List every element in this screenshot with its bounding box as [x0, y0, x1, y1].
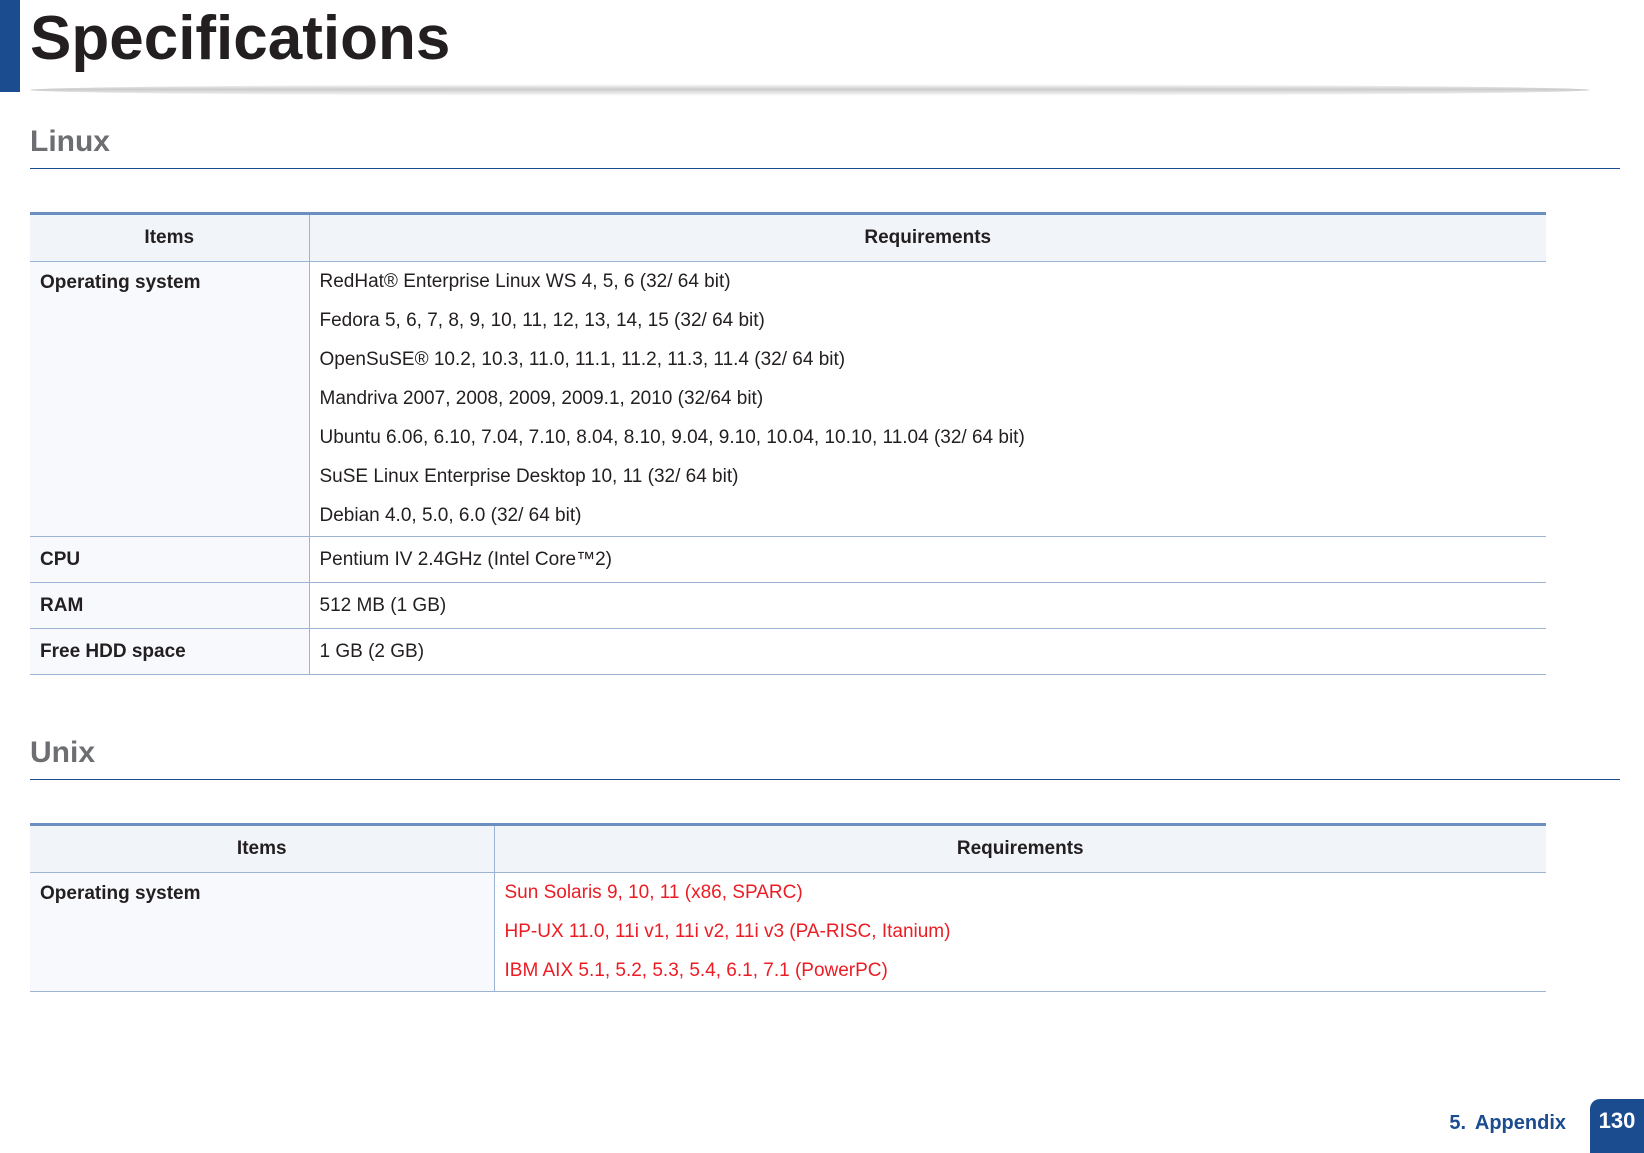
title-divider	[30, 84, 1590, 96]
footer-chapter-label: 5. Appendix	[1449, 1112, 1566, 1134]
requirement-cell: 512 MB (1 GB)	[308, 582, 1546, 629]
table-row: CPU Pentium IV 2.4GHz (Intel Core™2)	[30, 536, 1546, 583]
requirement-cell: 1 GB (2 GB)	[308, 628, 1546, 675]
requirement-cell: RedHat® Enterprise Linux WS 4, 5, 6 (32/…	[308, 261, 1546, 537]
row-label-ram: RAM	[30, 582, 309, 629]
column-header-requirements: Requirements	[308, 213, 1546, 262]
requirement-line: HP-UX 11.0, 11i v1, 11i v2, 11i v3 (PA-R…	[504, 921, 951, 942]
requirement-line: Fedora 5, 6, 7, 8, 9, 10, 11, 12, 13, 14…	[319, 310, 765, 331]
requirement-line: IBM AIX 5.1, 5.2, 5.3, 5.4, 6.1, 7.1 (Po…	[504, 960, 888, 981]
requirement-line: Sun Solaris 9, 10, 11 (x86, SPARC)	[504, 882, 803, 903]
title-accent-bar	[0, 0, 20, 92]
section-heading-linux: Linux	[30, 125, 110, 158]
row-label-operating-system: Operating system	[30, 261, 309, 537]
section-heading-unix: Unix	[30, 736, 96, 769]
requirement-cell: Sun Solaris 9, 10, 11 (x86, SPARC) HP-UX…	[493, 872, 1546, 992]
table-row: RAM 512 MB (1 GB)	[30, 582, 1546, 629]
section-divider-linux	[30, 168, 1620, 169]
table-row: Free HDD space 1 GB (2 GB)	[30, 628, 1546, 675]
page-title: Specifications	[30, 4, 451, 73]
unix-requirements-table: Items Requirements Operating system Sun …	[30, 823, 1546, 992]
requirement-line: Ubuntu 6.06, 6.10, 7.04, 7.10, 8.04, 8.1…	[319, 427, 1025, 448]
row-label-operating-system: Operating system	[30, 872, 494, 992]
section-divider-unix	[30, 779, 1620, 780]
page-number-badge: 130	[1590, 1099, 1644, 1153]
table-header-row: Items Requirements	[30, 213, 1546, 262]
requirement-line: Debian 4.0, 5.0, 6.0 (32/ 64 bit)	[319, 505, 582, 526]
column-header-items: Items	[30, 213, 309, 262]
table-row: Operating system RedHat® Enterprise Linu…	[30, 261, 1546, 537]
requirement-line: OpenSuSE® 10.2, 10.3, 11.0, 11.1, 11.2, …	[319, 349, 846, 370]
table-header-row: Items Requirements	[30, 824, 1546, 873]
row-label-free-hdd-space: Free HDD space	[30, 628, 309, 675]
column-header-items: Items	[30, 824, 494, 873]
row-label-cpu: CPU	[30, 536, 309, 583]
requirement-line: RedHat® Enterprise Linux WS 4, 5, 6 (32/…	[319, 271, 731, 292]
requirement-line: SuSE Linux Enterprise Desktop 10, 11 (32…	[319, 466, 739, 487]
requirement-cell: Pentium IV 2.4GHz (Intel Core™2)	[308, 536, 1546, 583]
linux-requirements-table: Items Requirements Operating system RedH…	[30, 212, 1546, 675]
column-header-requirements: Requirements	[493, 824, 1546, 873]
table-row: Operating system Sun Solaris 9, 10, 11 (…	[30, 872, 1546, 992]
requirement-line: Mandriva 2007, 2008, 2009, 2009.1, 2010 …	[319, 388, 764, 409]
